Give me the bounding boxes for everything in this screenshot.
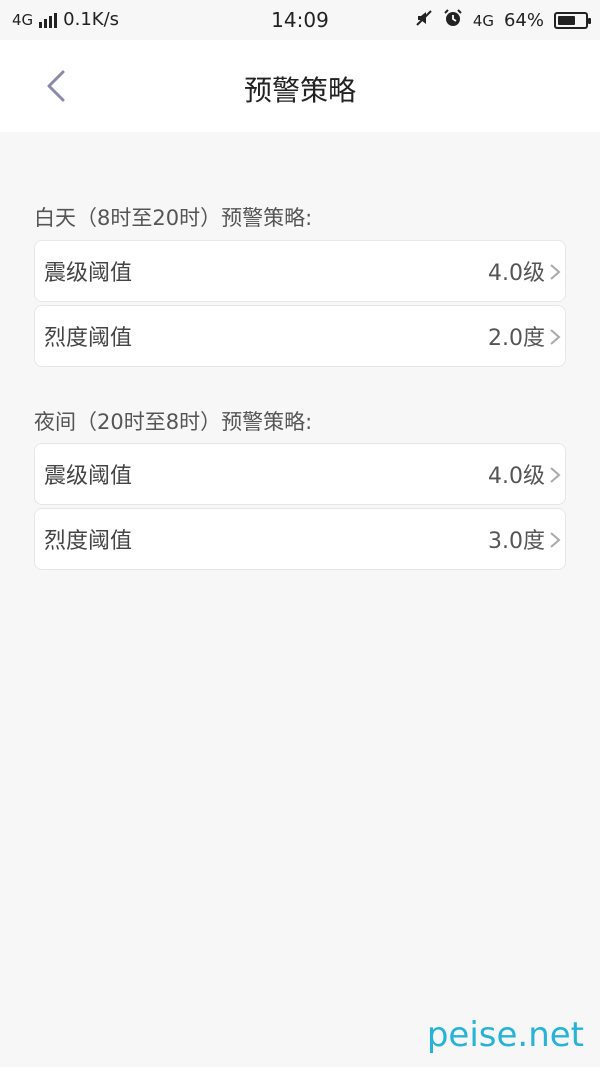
battery-percent: 64% <box>503 10 544 31</box>
nav-bar: 预警策略 <box>0 40 600 132</box>
chevron-right-icon <box>550 329 561 345</box>
row-night-intensity[interactable]: 烈度阈值 3.0度 <box>34 508 566 570</box>
battery-fill <box>558 16 575 25</box>
row-label: 震级阈值 <box>44 464 133 489</box>
mute-icon <box>415 9 433 32</box>
row-value: 2.0度 <box>488 326 545 351</box>
row-day-magnitude[interactable]: 震级阈值 4.0级 <box>34 240 566 302</box>
battery-icon <box>554 12 591 29</box>
row-label: 烈度阈值 <box>44 529 133 554</box>
status-right: 4G 64% <box>415 8 591 33</box>
alarm-icon <box>443 8 463 33</box>
page-title: 预警策略 <box>243 74 356 107</box>
row-value: 4.0级 <box>488 464 545 489</box>
network-type-right: 4G <box>472 11 494 30</box>
chevron-right-icon <box>550 467 561 483</box>
watermark: peise.net <box>426 1015 584 1055</box>
chevron-right-icon <box>550 264 561 280</box>
section-label-night: 夜间（20时至8时）预警策略: <box>34 410 313 434</box>
row-value: 3.0度 <box>488 529 545 554</box>
chevron-right-icon <box>550 532 561 548</box>
row-label: 震级阈值 <box>44 261 133 286</box>
row-day-intensity[interactable]: 烈度阈值 2.0度 <box>34 305 566 367</box>
row-value: 4.0级 <box>488 261 545 286</box>
row-label: 烈度阈值 <box>44 326 133 351</box>
section-label-day: 白天（8时至20时）预警策略: <box>34 206 313 230</box>
status-bar: 4G 0.1K/s 14:09 4G 64% <box>0 0 600 40</box>
row-night-magnitude[interactable]: 震级阈值 4.0级 <box>34 443 566 505</box>
